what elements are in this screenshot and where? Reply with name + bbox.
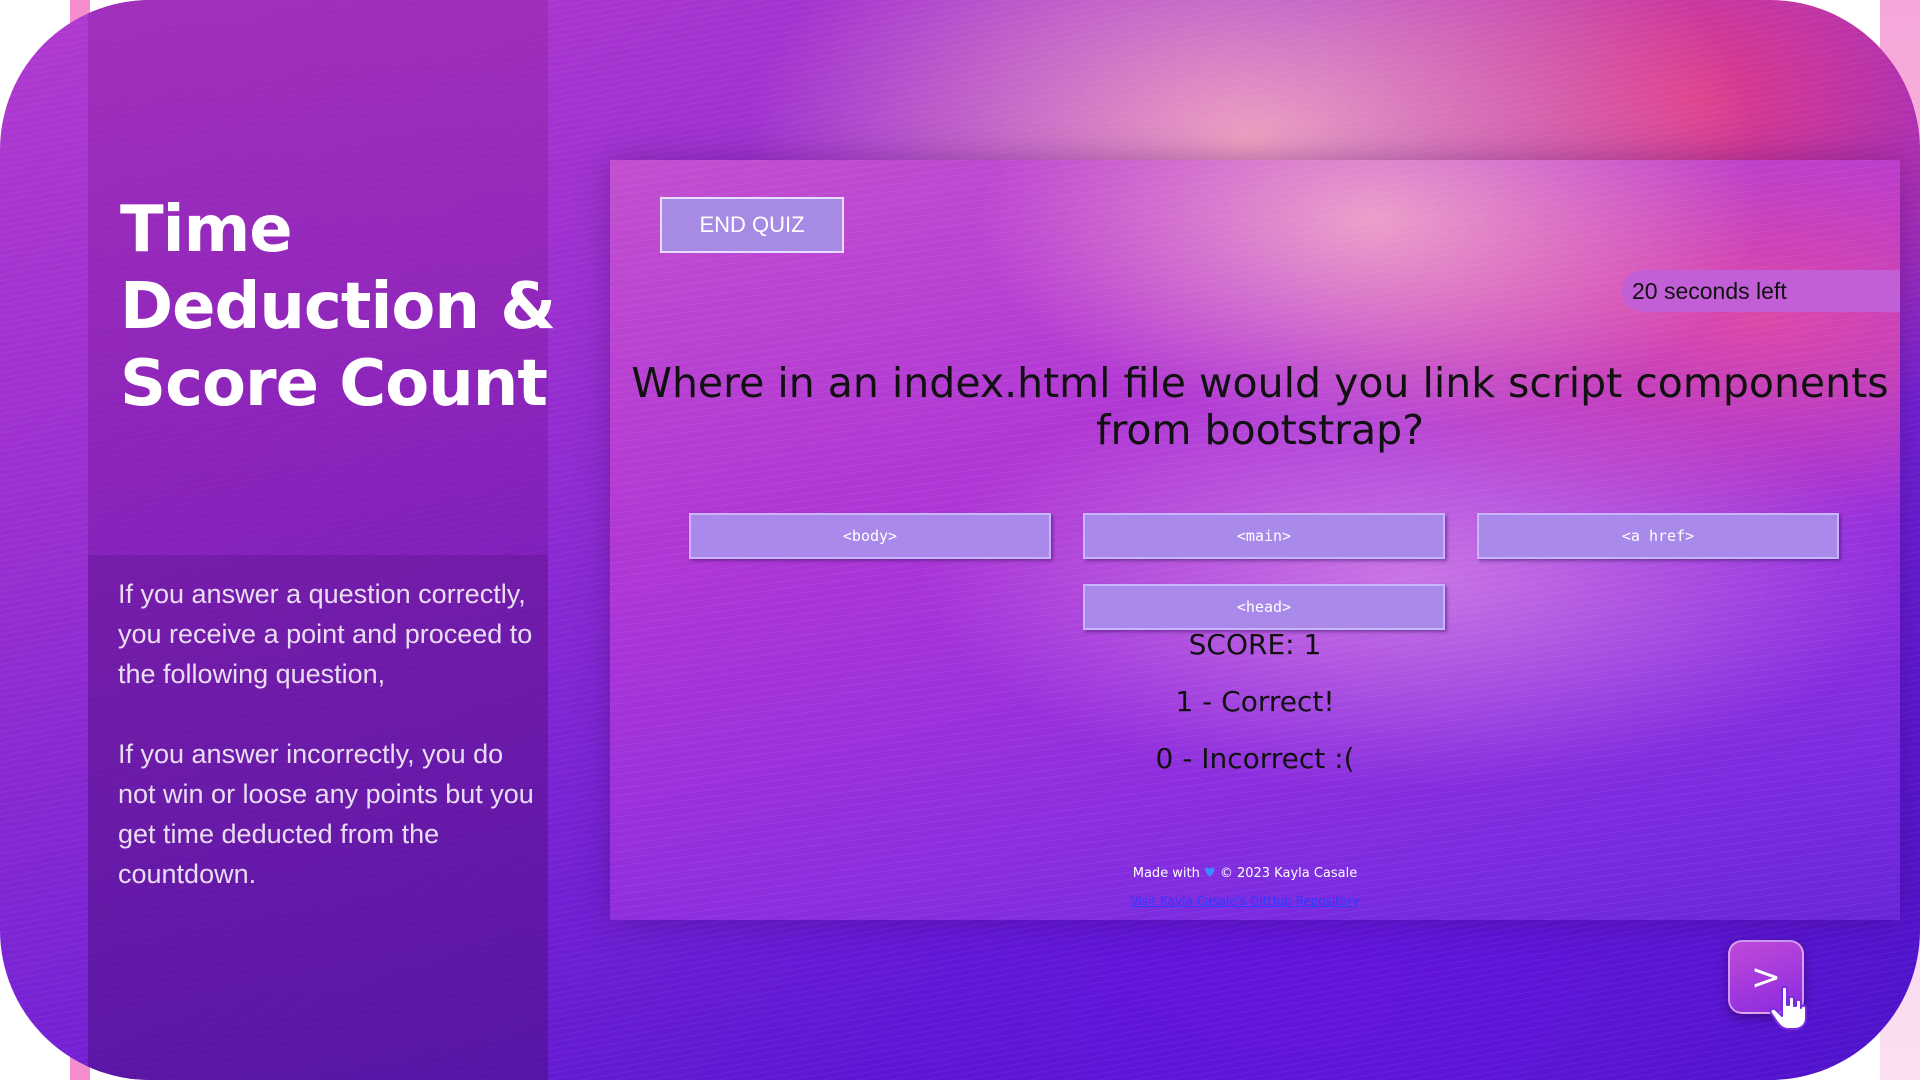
footer-made-with: Made with [1132,866,1200,881]
footer-copyright: © 2023 Kayla Casale [1219,866,1358,881]
incorrect-count: 0 - Incorrect :( [1155,742,1355,775]
quiz-question: Where in an index.html file would you li… [631,359,1889,454]
correct-count: 1 - Correct! [1175,685,1335,718]
slide-description: If you answer a question correctly, you … [118,574,548,934]
answer-button-main[interactable]: <main> [1083,513,1445,559]
blue-heart-icon: ♥ [1204,866,1216,881]
slide-title: Time Deduction & Score Count [120,193,556,421]
answer-button-a-href[interactable]: <a href> [1477,513,1839,559]
answer-button-body[interactable]: <body> [689,513,1051,559]
countdown-timer: 20 seconds left [1622,270,1900,312]
hand-pointer-icon [1769,985,1807,1030]
github-repository-link[interactable]: Visit Kayla Casale's GitHub Repository [610,894,1880,908]
presentation-slide: Time Deduction & Score Count If you answ… [0,0,1920,1080]
description-paragraph-2: If you answer incorrectly, you do not wi… [118,739,534,889]
end-quiz-button[interactable]: END QUIZ [660,197,844,253]
answer-button-head[interactable]: <head> [1083,584,1445,630]
description-paragraph-1: If you answer a question correctly, you … [118,579,533,689]
quiz-screenshot: END QUIZ 20 seconds left Where in an ind… [610,160,1900,920]
footer-credit: Made with ♥ © 2023 Kayla Casale [610,866,1880,881]
score-display: SCORE: 1 [1188,628,1322,661]
